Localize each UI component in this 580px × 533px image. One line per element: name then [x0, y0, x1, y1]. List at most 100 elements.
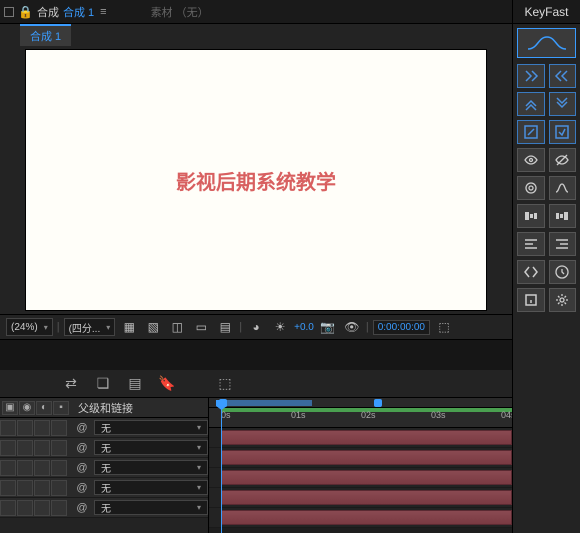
parent-dropdown[interactable]: 无▾ [94, 460, 208, 475]
tool-stack-icon[interactable]: ▤ [126, 375, 144, 393]
tool-marker-icon[interactable]: ⬚ [216, 375, 234, 393]
kf-next-left-icon[interactable] [549, 64, 577, 88]
layer-toggle-cell[interactable] [51, 500, 67, 516]
parent-dropdown[interactable]: 无▾ [94, 480, 208, 495]
kf-next-right-icon[interactable] [517, 64, 545, 88]
panel-gap [0, 340, 512, 370]
lock-icon[interactable]: 🔒 [18, 5, 33, 19]
kf-target-icon[interactable] [517, 176, 545, 200]
layer-row[interactable]: @ 无▾ [0, 418, 208, 438]
kf-align-left-icon[interactable] [517, 232, 545, 256]
layer-toggle-cell[interactable] [51, 420, 67, 436]
layer-toggle-cell[interactable] [0, 480, 16, 496]
navigator-end-handle[interactable] [374, 399, 382, 407]
col-lock-icon[interactable]: ▪ [53, 401, 69, 415]
layer-row[interactable]: @ 无▾ [0, 438, 208, 458]
parent-dropdown[interactable]: 无▾ [94, 440, 208, 455]
kf-eye-icon[interactable] [517, 148, 545, 172]
pickwhip-icon[interactable]: @ [74, 482, 90, 494]
zoom-dropdown[interactable]: (24%)▾ [6, 318, 53, 336]
layer-toggle-cell[interactable] [51, 440, 67, 456]
exposure-icon[interactable]: ☀ [270, 318, 290, 336]
safe-zone-icon[interactable]: ◫ [167, 318, 187, 336]
comp-subtab[interactable]: 合成 1 [20, 24, 71, 46]
col-audio-icon[interactable]: ◉ [19, 401, 35, 415]
quality-dropdown[interactable]: (四分...▾ [64, 318, 116, 336]
snapshot-icon[interactable]: 📷 [318, 318, 338, 336]
kf-graph-icon[interactable] [549, 176, 577, 200]
pickwhip-icon[interactable]: @ [74, 422, 90, 434]
kf-clock-icon[interactable] [549, 260, 577, 284]
kf-up-icon[interactable] [517, 92, 545, 116]
layer-bar[interactable] [221, 450, 512, 465]
layer-row[interactable]: @ 无▾ [0, 478, 208, 498]
kf-tag2-icon[interactable] [549, 204, 577, 228]
pickwhip-icon[interactable]: @ [74, 462, 90, 474]
pickwhip-icon[interactable]: @ [74, 442, 90, 454]
region-icon[interactable]: ⬚ [434, 318, 454, 336]
kf-edit2-icon[interactable] [549, 120, 577, 144]
layer-toggle-cell[interactable] [34, 440, 50, 456]
layer-bar[interactable] [221, 510, 512, 525]
kf-eye-off-icon[interactable] [549, 148, 577, 172]
tool-layers-icon[interactable]: ❏ [94, 375, 112, 393]
keyfast-ease-button[interactable] [517, 28, 576, 58]
tool-tag-icon[interactable]: 🔖 [158, 375, 176, 393]
layer-toggle-cell[interactable] [34, 460, 50, 476]
time-ruler[interactable]: 0s01s02s03s04s05s [209, 408, 512, 428]
layer-bar[interactable] [221, 470, 512, 485]
layer-toggle-cell[interactable] [34, 480, 50, 496]
layer-toggle-cell[interactable] [0, 440, 16, 456]
pickwhip-icon[interactable]: @ [74, 502, 90, 514]
layer-toggle-cell[interactable] [34, 420, 50, 436]
parent-dropdown[interactable]: 无▾ [94, 500, 208, 515]
kf-info-icon[interactable] [517, 288, 545, 312]
col-video-icon[interactable]: ▣ [2, 401, 18, 415]
track-row[interactable] [209, 448, 512, 468]
timeline-navigator[interactable] [209, 398, 512, 408]
layer-row[interactable]: @ 无▾ [0, 458, 208, 478]
layer-row[interactable]: @ 无▾ [0, 498, 208, 518]
layer-toggle-cell[interactable] [0, 460, 16, 476]
col-solo-icon[interactable]: ◐ [36, 401, 52, 415]
layer-toggle-cell[interactable] [0, 500, 16, 516]
grid-icon[interactable]: ▦ [119, 318, 139, 336]
kf-tag1-icon[interactable] [517, 204, 545, 228]
comp-active-tab[interactable]: 合成 1 [63, 4, 94, 20]
material-label[interactable]: 素材 （无） [151, 4, 209, 20]
layer-toggle-cell[interactable] [0, 420, 16, 436]
mask-icon[interactable]: ▧ [143, 318, 163, 336]
track-row[interactable] [209, 508, 512, 528]
layer-toggle-cell[interactable] [17, 460, 33, 476]
kf-edit-icon[interactable] [517, 120, 545, 144]
layer-toggle-cell[interactable] [17, 500, 33, 516]
kf-expand-icon[interactable] [517, 260, 545, 284]
tab-square-icon[interactable] [4, 7, 14, 17]
kf-settings-icon[interactable] [549, 288, 577, 312]
composition-canvas[interactable]: 影视后期系统教学 [26, 50, 486, 310]
kf-down-icon[interactable] [549, 92, 577, 116]
layer-toggle-cell[interactable] [51, 480, 67, 496]
show-snapshot-icon[interactable]: 👁 [342, 318, 362, 336]
track-row[interactable] [209, 428, 512, 448]
track-row[interactable] [209, 468, 512, 488]
timecode-display[interactable]: 0:00:00:00 [373, 320, 430, 335]
layer-toggle-cell[interactable] [17, 480, 33, 496]
tool-shy-icon[interactable]: ⇄ [62, 375, 80, 393]
layer-toggle-cell[interactable] [17, 440, 33, 456]
channel-icon[interactable]: ▭ [191, 318, 211, 336]
layer-bar[interactable] [221, 490, 512, 505]
playhead[interactable] [221, 408, 222, 533]
track-row[interactable] [209, 488, 512, 508]
color-icon[interactable]: ◕ [246, 318, 266, 336]
transparency-icon[interactable]: ▤ [215, 318, 235, 336]
layer-toggle-cell[interactable] [17, 420, 33, 436]
layer-toggle-cell[interactable] [34, 500, 50, 516]
layer-bar[interactable] [221, 430, 512, 445]
panel-menu-icon[interactable]: ≡ [100, 6, 106, 18]
parent-dropdown[interactable]: 无▾ [94, 420, 208, 435]
tracks-area[interactable] [209, 428, 512, 533]
kf-align-right-icon[interactable] [549, 232, 577, 256]
exposure-value[interactable]: +0.0 [294, 322, 314, 333]
layer-toggle-cell[interactable] [51, 460, 67, 476]
